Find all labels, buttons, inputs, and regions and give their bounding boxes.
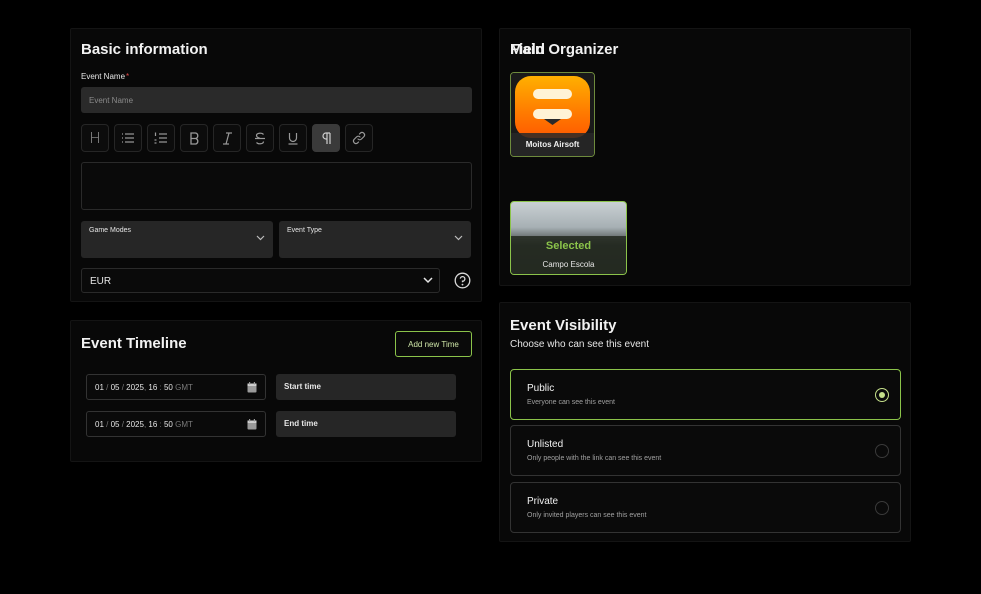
italic-button[interactable]: [213, 124, 241, 152]
event-form-page: Basic information Event Name* H: [0, 0, 981, 594]
event-visibility-title: Event Visibility: [510, 317, 617, 334]
currency-value: EUR: [90, 276, 112, 287]
description-editor[interactable]: [81, 162, 472, 210]
separator: :: [157, 420, 164, 429]
day: 01: [95, 420, 104, 429]
timezone: GMT: [175, 420, 193, 429]
game-modes-select[interactable]: Game Modes: [81, 221, 273, 258]
day: 01: [95, 383, 104, 392]
hour: 16: [148, 383, 158, 392]
heading-icon: H: [89, 129, 101, 147]
chevron-down-icon: [454, 235, 463, 241]
ordered-list-button[interactable]: [147, 124, 175, 152]
underline-button[interactable]: [279, 124, 307, 152]
end-datetime-input[interactable]: 01 / 05 / 2025, 16 : 50 GMT: [86, 411, 266, 437]
paragraph-icon: [321, 131, 331, 144]
option-description: Only people with the link can see this e…: [527, 455, 662, 462]
option-description: Everyone can see this event: [527, 399, 615, 406]
required-mark: *: [126, 72, 130, 81]
datetime-value: 01 / 05 / 2025, 16 : 50 GMT: [95, 420, 193, 429]
timezone: GMT: [175, 383, 193, 392]
event-timeline-card: Event Timeline Add new Time 01 / 05 / 20…: [70, 320, 482, 462]
paragraph-button[interactable]: [312, 124, 340, 152]
bullet-list-icon: [122, 133, 134, 143]
main-organizer-card: Main Organizer Moitos Airsoft Field Sele…: [499, 28, 911, 286]
option-description: Only invited players can see this event: [527, 512, 647, 519]
event-name-input[interactable]: [81, 87, 472, 113]
visibility-option-unlisted[interactable]: Unlisted Only people with the link can s…: [510, 425, 901, 476]
field-name: Campo Escola: [542, 260, 595, 269]
event-name-label-text: Event Name: [81, 72, 126, 81]
separator: :: [157, 383, 164, 392]
field-title: Field: [510, 41, 546, 58]
help-icon[interactable]: [454, 272, 471, 289]
field-tile[interactable]: Selected Campo Escola: [510, 201, 627, 275]
basic-information-card: Basic information Event Name* H: [70, 28, 482, 302]
option-title: Unlisted: [527, 439, 564, 450]
year: 2025: [126, 383, 144, 392]
option-title: Private: [527, 496, 559, 507]
event-visibility-subtitle: Choose who can see this event: [510, 339, 649, 350]
ordered-list-icon: [154, 132, 167, 144]
rich-text-toolbar: H: [81, 124, 373, 152]
strikethrough-button[interactable]: [246, 124, 274, 152]
game-modes-label: Game Modes: [89, 227, 132, 234]
event-name-label: Event Name*: [81, 72, 129, 81]
link-button[interactable]: [345, 124, 373, 152]
add-new-time-button[interactable]: Add new Time: [395, 331, 472, 357]
separator: /: [103, 383, 111, 392]
field-selected-label: Selected: [545, 240, 592, 252]
minute: 50: [163, 383, 173, 392]
visibility-option-private[interactable]: Private Only invited players can see thi…: [510, 482, 901, 533]
end-time-label-box[interactable]: End time: [276, 411, 456, 437]
minute: 50: [163, 420, 173, 429]
calendar-icon[interactable]: [247, 382, 257, 393]
chevron-down-icon: [423, 277, 433, 284]
link-icon: [352, 131, 366, 145]
start-time-label: Start time: [284, 382, 321, 391]
event-visibility-card: Event Visibility Choose who can see this…: [499, 302, 911, 542]
event-type-label: Event Type: [287, 227, 322, 234]
end-time-label: End time: [284, 419, 318, 428]
radio-icon[interactable]: [875, 444, 889, 458]
visibility-option-public[interactable]: Public Everyone can see this event: [510, 369, 901, 420]
bold-icon: [189, 131, 198, 145]
italic-icon: [222, 131, 232, 145]
event-timeline-title: Event Timeline: [81, 335, 187, 352]
heading-button[interactable]: H: [81, 124, 109, 152]
basic-information-title: Basic information: [81, 41, 208, 58]
datetime-value: 01 / 05 / 2025, 16 : 50 GMT: [95, 383, 193, 392]
chevron-down-icon: [256, 235, 265, 241]
bold-button[interactable]: [180, 124, 208, 152]
strikethrough-icon: [255, 132, 265, 144]
separator: /: [103, 420, 111, 429]
underline-icon: [288, 132, 298, 145]
currency-select[interactable]: EUR: [81, 268, 440, 293]
hour: 16: [148, 420, 158, 429]
organizer-tile[interactable]: Moitos Airsoft: [510, 72, 595, 157]
year: 2025: [126, 420, 144, 429]
start-datetime-input[interactable]: 01 / 05 / 2025, 16 : 50 GMT: [86, 374, 266, 400]
option-title: Public: [527, 383, 555, 394]
bullet-list-button[interactable]: [114, 124, 142, 152]
calendar-icon[interactable]: [247, 419, 257, 430]
radio-selected-icon[interactable]: [875, 388, 889, 402]
organizer-name: Moitos Airsoft: [511, 133, 594, 156]
radio-icon[interactable]: [875, 501, 889, 515]
start-time-label-box[interactable]: Start time: [276, 374, 456, 400]
event-type-select[interactable]: Event Type: [279, 221, 471, 258]
